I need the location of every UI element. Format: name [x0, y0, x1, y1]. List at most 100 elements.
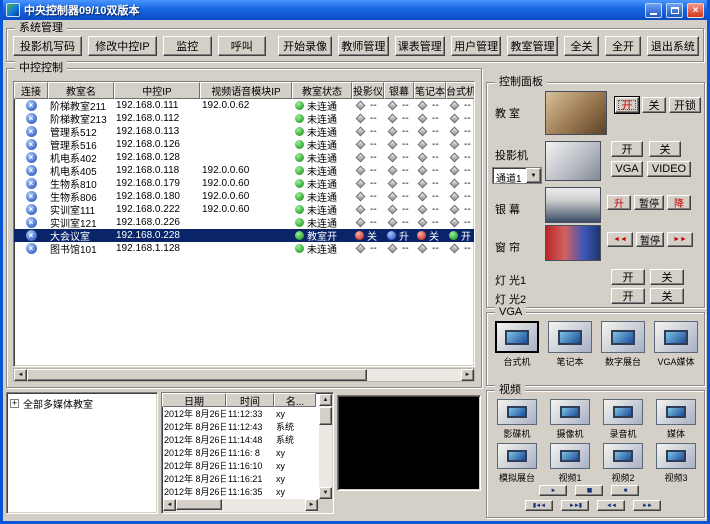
- classroom-off-button[interactable]: 关: [642, 97, 666, 113]
- maximize-button[interactable]: [666, 3, 683, 18]
- log-hscrollbar[interactable]: ◄ ►: [163, 499, 318, 512]
- projector-vga-button[interactable]: VGA: [611, 161, 643, 177]
- classroom-on-button[interactable]: 开: [615, 97, 639, 113]
- classroom-management-button[interactable]: 教室管理: [507, 36, 557, 56]
- dropdown-arrow-icon[interactable]: ▼: [526, 168, 541, 183]
- rewind-button[interactable]: ◄◄: [597, 500, 625, 511]
- fast-forward-button[interactable]: ►►: [633, 500, 661, 511]
- all-on-button[interactable]: 全开: [605, 36, 641, 56]
- column-header-3[interactable]: 视频语音模块IP: [200, 82, 292, 99]
- projector-off-button[interactable]: 关: [649, 141, 681, 157]
- classroom-tree[interactable]: + 全部多媒体教室: [6, 392, 158, 514]
- screen-down-button[interactable]: 降: [667, 195, 691, 210]
- log-row[interactable]: 2012年 8月26日11:12:33xy: [162, 407, 319, 420]
- log-row[interactable]: 2012年 8月26日11:16:35xy: [162, 485, 319, 498]
- hscroll-thumb[interactable]: [27, 369, 367, 381]
- device-status-icon: [388, 244, 398, 254]
- analog-visualizer-button[interactable]: [497, 443, 537, 469]
- device-status-icon: [450, 114, 460, 124]
- channel-select[interactable]: 通道1 ▼: [492, 167, 542, 184]
- cell-device: --: [414, 204, 446, 215]
- screen-up-button[interactable]: 升: [607, 195, 631, 210]
- digital-visualizer-button[interactable]: [601, 321, 645, 353]
- video3-button[interactable]: [656, 443, 696, 469]
- exit-system-button[interactable]: 退出系统: [647, 36, 699, 56]
- log-vscroll-thumb[interactable]: [319, 407, 332, 425]
- curtain-open-button[interactable]: ◄◄: [607, 232, 633, 247]
- schedule-management-button[interactable]: 课表管理: [395, 36, 445, 56]
- all-off-button[interactable]: 全关: [564, 36, 600, 56]
- scroll-down-icon[interactable]: ▼: [319, 487, 332, 499]
- stop-button[interactable]: ■: [611, 485, 639, 496]
- pause-button[interactable]: ▮▮: [575, 485, 603, 496]
- column-header-4[interactable]: 教室状态: [292, 82, 352, 99]
- prev-button[interactable]: ▮◄◄: [525, 500, 553, 511]
- monitor-button[interactable]: 监控: [163, 36, 212, 56]
- media-icon: [666, 406, 686, 418]
- start-recording-button[interactable]: 开始录像: [278, 36, 332, 56]
- projector-video-button[interactable]: VIDEO: [647, 161, 691, 177]
- video1-button[interactable]: [550, 443, 590, 469]
- device-status-icon: [418, 205, 428, 215]
- laptop-button[interactable]: [548, 321, 592, 353]
- expand-icon[interactable]: +: [10, 399, 19, 408]
- projector-on-button[interactable]: 开: [611, 141, 643, 157]
- cell-device: --: [384, 139, 414, 150]
- teacher-management-button[interactable]: 教师管理: [338, 36, 388, 56]
- log-row[interactable]: 2012年 8月26日11:16: 8xy: [162, 446, 319, 459]
- curtain-pause-button[interactable]: 暂停: [636, 232, 664, 247]
- log-cell-name: xy: [274, 409, 316, 419]
- next-button[interactable]: ►►▮: [561, 500, 589, 511]
- curtain-close-button[interactable]: ►►: [667, 232, 693, 247]
- vga-media-button[interactable]: [654, 321, 698, 353]
- call-button[interactable]: 呼叫: [218, 36, 267, 56]
- modify-central-ip-button[interactable]: 修改中控IP: [88, 36, 157, 56]
- scroll-right-icon[interactable]: ►: [461, 369, 474, 381]
- close-button[interactable]: ×: [687, 3, 704, 18]
- log-row[interactable]: 2012年 8月26日11:16:10xy: [162, 459, 319, 472]
- log-hscroll-thumb[interactable]: [176, 499, 222, 510]
- camera-button[interactable]: [550, 399, 590, 425]
- device-status-icon: [356, 192, 366, 202]
- log-column-header-0[interactable]: 日期: [162, 393, 226, 407]
- cell-device: --: [384, 165, 414, 176]
- light1-on-button[interactable]: 开: [611, 269, 645, 285]
- column-header-2[interactable]: 中控IP: [114, 82, 200, 99]
- log-column-header-2[interactable]: 名...: [274, 393, 316, 407]
- light2-off-button[interactable]: 关: [650, 288, 684, 304]
- log-row[interactable]: 2012年 8月26日11:16:21xy: [162, 472, 319, 485]
- video2-button[interactable]: [603, 443, 643, 469]
- classroom-unlock-button[interactable]: 开锁: [669, 97, 701, 113]
- column-header-1[interactable]: 教室名: [48, 82, 114, 99]
- media-button[interactable]: [656, 399, 696, 425]
- video-item-label: 视频2: [611, 471, 634, 484]
- tree-item-root[interactable]: + 全部多媒体教室: [10, 396, 154, 411]
- log-row[interactable]: 2012年 8月26日11:12:43系统: [162, 420, 319, 433]
- column-header-0[interactable]: 连接: [14, 82, 48, 99]
- table-hscrollbar[interactable]: ◄ ►: [13, 368, 475, 382]
- log-column-header-1[interactable]: 时间: [226, 393, 274, 407]
- log-vscrollbar[interactable]: ▲ ▼: [319, 394, 332, 499]
- log-row[interactable]: 2012年 8月26日11:14:48系统: [162, 433, 319, 446]
- play-button[interactable]: ►: [539, 485, 567, 496]
- scroll-up-icon[interactable]: ▲: [319, 394, 332, 406]
- column-header-6[interactable]: 银幕: [384, 82, 414, 99]
- projector-writecode-button[interactable]: 投影机写码: [13, 36, 82, 56]
- column-header-7[interactable]: 笔记本: [414, 82, 446, 99]
- classroom-row[interactable]: ×图书馆101192.168.1.128未连通--------: [14, 242, 474, 255]
- titlebar[interactable]: 中央控制器09/10双版本 ×: [3, 0, 707, 20]
- dvd-player-button[interactable]: [497, 399, 537, 425]
- minimize-button[interactable]: [645, 3, 662, 18]
- screen-pause-button[interactable]: 暂停: [634, 195, 664, 210]
- light1-off-button[interactable]: 关: [650, 269, 684, 285]
- column-header-5[interactable]: 投影仪: [352, 82, 384, 99]
- scroll-left-icon[interactable]: ◄: [14, 369, 27, 381]
- desktop-button[interactable]: [495, 321, 539, 353]
- cell-device: --: [446, 126, 475, 137]
- recorder-button[interactable]: [603, 399, 643, 425]
- log-scroll-right-icon[interactable]: ►: [305, 499, 318, 511]
- column-header-8[interactable]: 台式机: [446, 82, 475, 99]
- user-management-button[interactable]: 用户管理: [451, 36, 501, 56]
- log-scroll-left-icon[interactable]: ◄: [163, 499, 176, 511]
- light2-on-button[interactable]: 开: [611, 288, 645, 304]
